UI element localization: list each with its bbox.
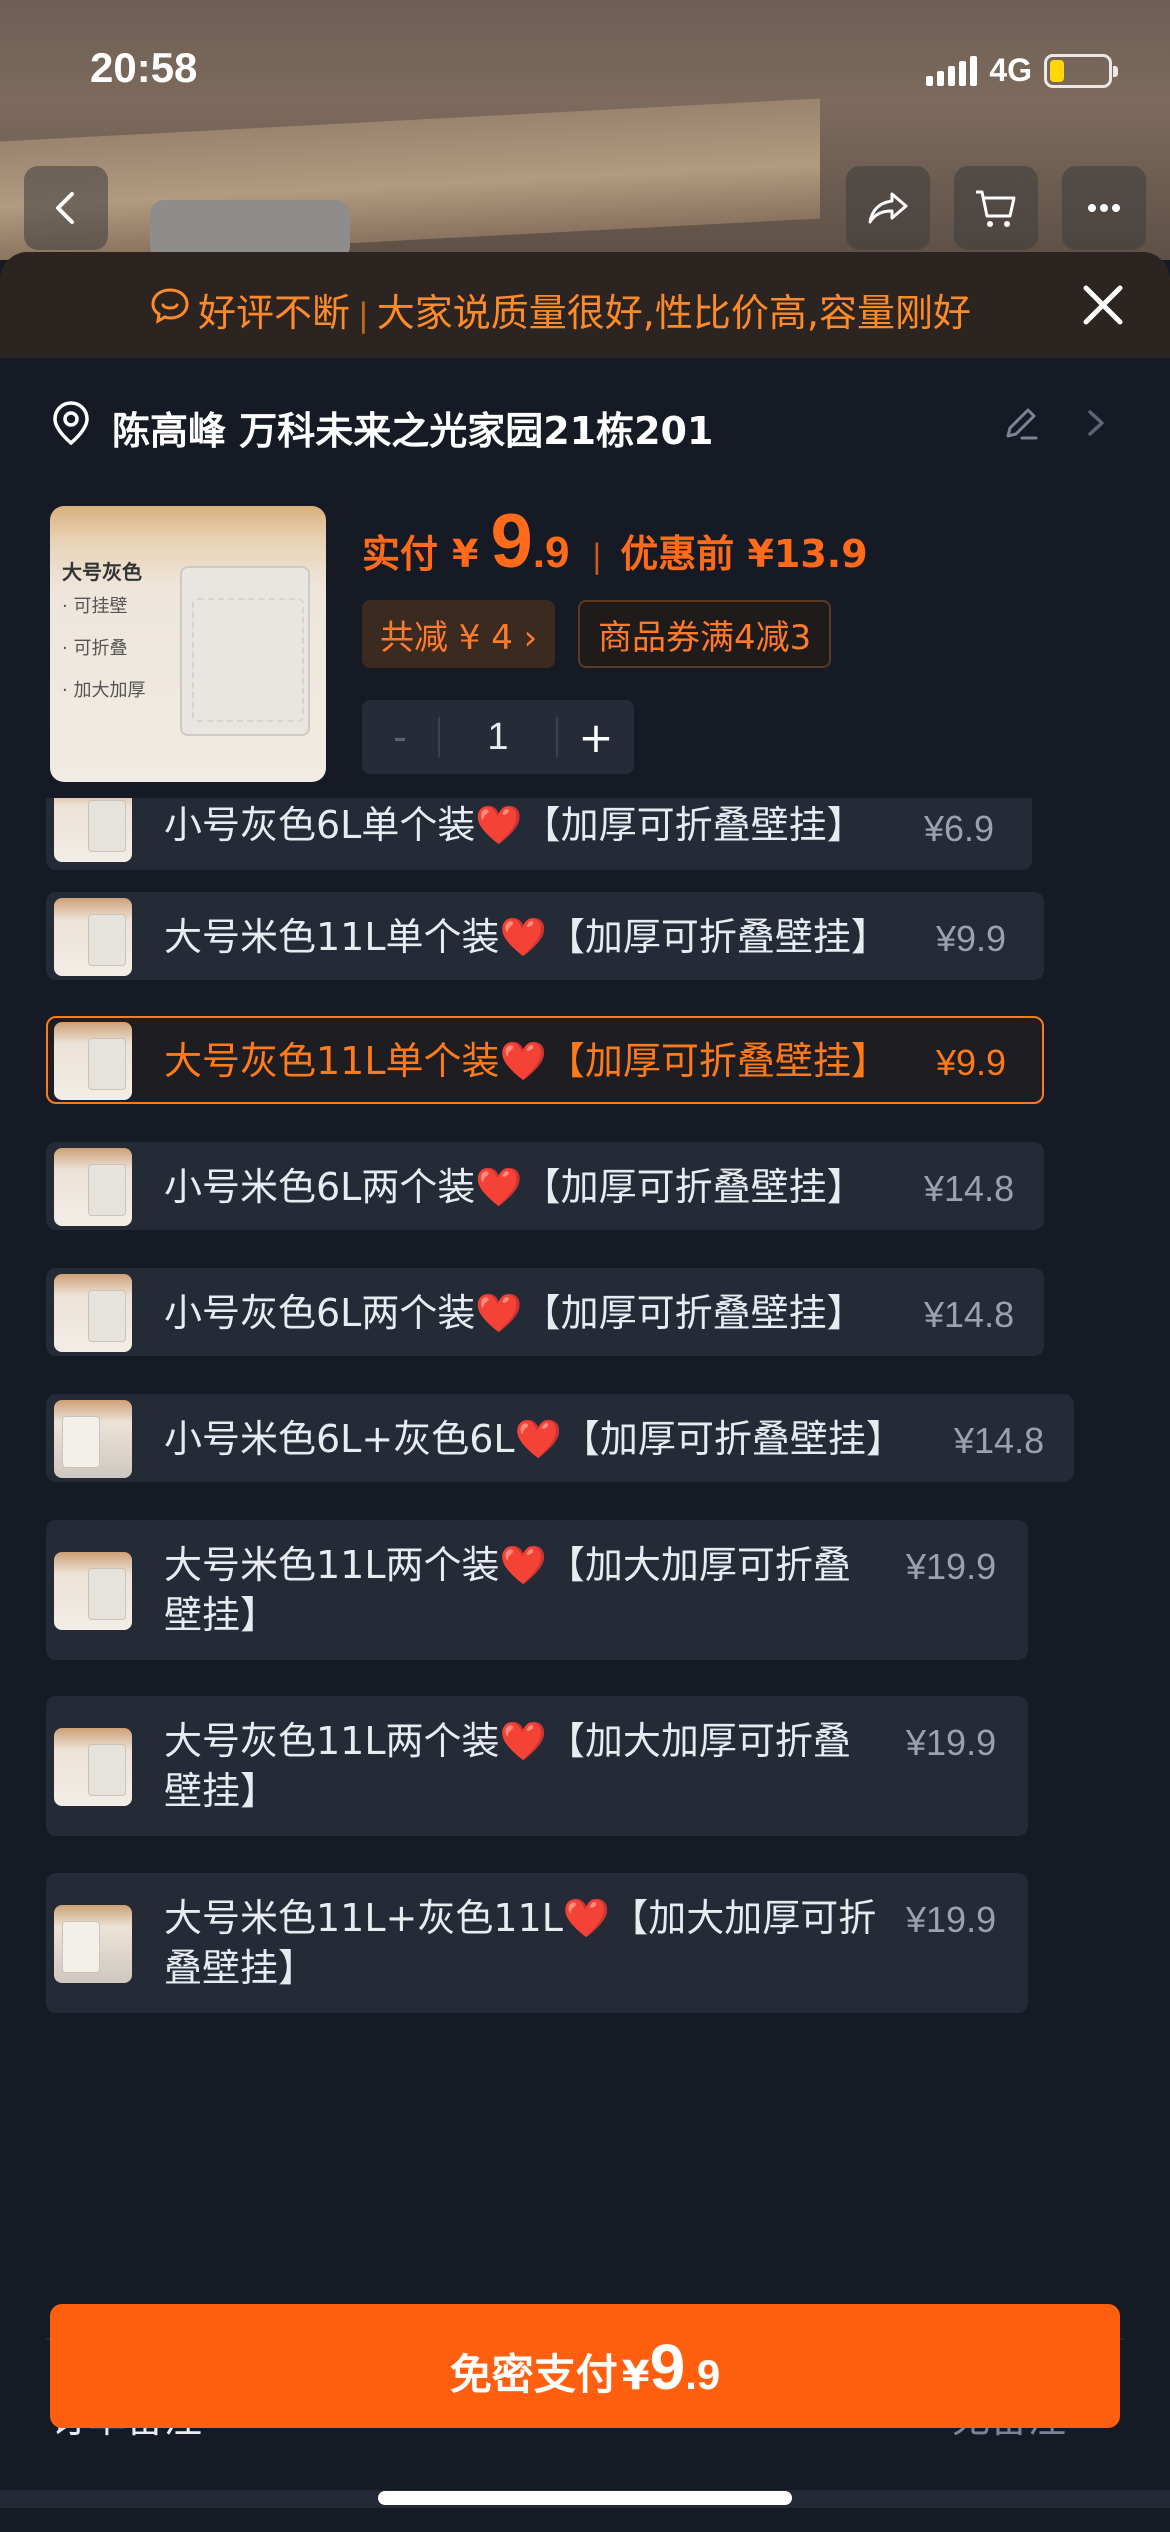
sku-label-line: 壁挂】 xyxy=(164,1593,279,1637)
back-button[interactable] xyxy=(24,166,108,250)
review-banner-text: 好评不断 | 大家说质量很好,性比价高,容量刚好 xyxy=(198,282,971,337)
signal-icon xyxy=(926,55,978,86)
more-dots-icon xyxy=(1088,204,1120,212)
chat-bubble-icon xyxy=(151,288,189,324)
shipping-address-row[interactable]: 陈高峰 万科未来之光家园21栋201 xyxy=(0,358,1170,486)
sku-option[interactable]: 大号米色11L+灰色11L❤️【加大加厚可折 叠壁挂】 ¥19.9 xyxy=(46,1873,1028,2013)
status-time: 20:58 xyxy=(90,44,198,91)
home-indicator[interactable] xyxy=(378,2491,792,2505)
sku-thumbnail xyxy=(54,1148,132,1226)
sku-option[interactable]: 大号米色11L单个装❤️【加厚可折叠壁挂】 ¥9.9 xyxy=(46,892,1044,980)
price-decimal: .9 xyxy=(532,528,570,577)
checkout-sheet: 好评不断 | 大家说质量很好,性比价高,容量刚好 陈高峰 万科未来之光家园21栋20… xyxy=(0,252,1170,2532)
sku-label: 大号灰色11L两个装❤️【加大加厚可折叠 壁挂】 xyxy=(164,1716,851,1816)
battery-level xyxy=(1050,59,1064,82)
sku-thumbnail xyxy=(54,1022,132,1100)
sku-label: 小号灰色6L单个装❤️【加厚可折叠壁挂】 xyxy=(164,803,865,847)
sku-label: 大号米色11L+灰色11L❤️【加大加厚可折 叠壁挂】 xyxy=(164,1893,876,1993)
sku-label-line: 大号灰色11L两个装❤️【加大加厚可折叠 xyxy=(164,1719,851,1763)
cart-icon xyxy=(976,190,1016,227)
sku-label: 小号米色6L两个装❤️【加厚可折叠壁挂】 xyxy=(164,1165,865,1209)
thumbnail-feature: · 加大加厚 xyxy=(62,680,146,701)
quantity-stepper: - 1 + xyxy=(362,700,634,774)
backdrop-search-pill xyxy=(150,200,350,260)
sku-thumbnail xyxy=(54,1552,132,1630)
sku-thumbnail xyxy=(54,1728,132,1806)
total-discount-chip[interactable]: 共减 ¥ 4 › xyxy=(362,600,556,668)
review-summary: 大家说质量很好,性比价高,容量刚好 xyxy=(376,291,971,335)
sku-thumbnail xyxy=(54,1905,132,1983)
quantity-increase-button[interactable]: + xyxy=(558,713,634,762)
sku-thumbnail xyxy=(54,798,132,862)
sku-option[interactable]: 小号灰色6L单个装❤️【加厚可折叠壁挂】 ¥6.9 xyxy=(46,798,1032,870)
sku-price: ¥14.8 xyxy=(924,1168,1015,1209)
sku-label-line: 大号米色11L+灰色11L❤️【加大加厚可折 xyxy=(164,1896,877,1940)
sku-option[interactable]: 大号米色11L两个装❤️【加大加厚可折叠 壁挂】 ¥19.9 xyxy=(46,1520,1028,1660)
sku-label-line: 大号米色11L两个装❤️【加大加厚可折叠 xyxy=(164,1543,851,1587)
price-separator: | xyxy=(591,537,603,575)
sku-price: ¥9.9 xyxy=(936,918,1007,959)
chevron-right-icon xyxy=(1088,410,1104,436)
sku-price: ¥6.9 xyxy=(924,808,995,849)
thumbnail-feature: · 可折叠 xyxy=(62,638,128,659)
price-currency: ¥ xyxy=(452,532,479,576)
pay-amount-decimal: .9 xyxy=(685,2351,721,2398)
sku-price: ¥14.8 xyxy=(954,1420,1045,1461)
status-bar: 20:58 4G xyxy=(0,0,1170,150)
review-banner: 好评不断 | 大家说质量很好,性比价高,容量刚好 xyxy=(0,252,1170,358)
sku-option-selected[interactable]: 大号灰色11L单个装❤️【加厚可折叠壁挂】 ¥9.9 xyxy=(46,1016,1044,1104)
price-before-discount: 优惠前 ¥13.9 xyxy=(620,532,868,576)
sku-option[interactable]: 小号米色6L+灰色6L❤️【加厚可折叠壁挂】 ¥14.8 xyxy=(46,1394,1074,1482)
sku-thumbnail xyxy=(54,1274,132,1352)
thumbnail-title: 大号灰色 xyxy=(62,560,142,584)
sku-price: ¥9.9 xyxy=(936,1042,1007,1083)
share-button[interactable] xyxy=(846,166,930,250)
status-icons: 4G xyxy=(926,52,1118,89)
cart-button[interactable] xyxy=(954,166,1038,250)
chevron-left-icon xyxy=(56,192,74,224)
quantity-decrease-button[interactable]: - xyxy=(362,715,438,759)
sku-label: 小号米色6L+灰色6L❤️【加厚可折叠壁挂】 xyxy=(164,1417,904,1461)
share-icon xyxy=(868,192,908,224)
review-tag: 好评不断 xyxy=(198,291,351,335)
sku-options-list[interactable]: 小号灰色6L单个装❤️【加厚可折叠壁挂】 ¥6.9 大号米色11L单个装❤️【加… xyxy=(0,798,1170,2298)
network-type: 4G xyxy=(989,52,1032,88)
thumbnail-feature: · 可挂壁 xyxy=(62,596,128,617)
quantity-value[interactable]: 1 xyxy=(438,717,558,757)
sku-label-line: 壁挂】 xyxy=(164,1769,279,1813)
sku-option[interactable]: 大号灰色11L两个装❤️【加大加厚可折叠 壁挂】 ¥19.9 xyxy=(46,1696,1028,1836)
thumbnail-bin-illustration xyxy=(180,566,310,736)
sku-price: ¥14.8 xyxy=(924,1294,1015,1335)
sku-price: ¥19.9 xyxy=(906,1546,997,1587)
sku-label-line: 叠壁挂】 xyxy=(164,1946,317,1990)
sku-thumbnail xyxy=(54,1400,132,1478)
price-row: 实付 ¥ 9 .9 | 优惠前 ¥13.9 xyxy=(362,498,868,585)
sku-label: 大号米色11L单个装❤️【加厚可折叠壁挂】 xyxy=(164,915,889,959)
pay-currency: ¥ xyxy=(621,2353,650,2399)
sku-price: ¥19.9 xyxy=(906,1899,997,1940)
sku-thumbnail xyxy=(54,898,132,976)
price-label: 实付 xyxy=(362,532,439,576)
edit-icon[interactable] xyxy=(1000,402,1042,444)
battery-icon xyxy=(1044,53,1118,88)
sku-option[interactable]: 小号米色6L两个装❤️【加厚可折叠壁挂】 ¥14.8 xyxy=(46,1142,1044,1230)
banner-separator: | xyxy=(358,296,369,334)
coupon-chip: 商品券满4减3 xyxy=(578,600,832,668)
address-text: 陈高峰 万科未来之光家园21栋201 xyxy=(112,409,714,453)
sku-label: 大号灰色11L单个装❤️【加厚可折叠壁挂】 xyxy=(164,1039,889,1083)
password-free-pay-button[interactable]: 免密支付 ¥ 9 .9 xyxy=(50,2304,1120,2428)
location-pin-icon xyxy=(53,401,89,446)
sku-option[interactable]: 小号灰色6L两个装❤️【加厚可折叠壁挂】 ¥14.8 xyxy=(46,1268,1044,1356)
sku-price: ¥19.9 xyxy=(906,1722,997,1763)
product-thumbnail[interactable]: 大号灰色 · 可挂壁 · 可折叠 · 加大加厚 xyxy=(50,506,326,782)
more-button[interactable] xyxy=(1062,166,1146,250)
price-integer: 9 xyxy=(490,499,533,584)
pay-button-label: 免密支付 xyxy=(449,2350,618,2399)
sku-label: 小号灰色6L两个装❤️【加厚可折叠壁挂】 xyxy=(164,1291,865,1335)
sku-label: 大号米色11L两个装❤️【加大加厚可折叠 壁挂】 xyxy=(164,1540,851,1640)
close-icon[interactable] xyxy=(1076,278,1130,332)
pay-amount-integer: 9 xyxy=(649,2331,686,2403)
